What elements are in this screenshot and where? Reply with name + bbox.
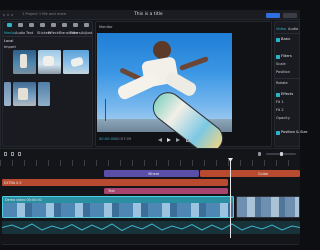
- text-clip-label: EXTRA 0.5: [4, 180, 22, 185]
- split-icon[interactable]: [4, 152, 7, 156]
- text-clip-label: Guitar: [258, 171, 269, 176]
- text-icon: [28, 23, 34, 27]
- skater-figure: [18, 88, 28, 100]
- prop-row-rotate: Rotate: [276, 81, 288, 85]
- text-clip-extra[interactable]: EXTRA 0.5: [2, 179, 228, 186]
- tab-audio[interactable]: [15, 23, 25, 31]
- section-effects: Effects: [281, 92, 294, 96]
- section-filters: Filters: [281, 54, 292, 58]
- minimize-dot[interactable]: [7, 13, 10, 16]
- divider: [274, 78, 300, 79]
- media-thumb-1[interactable]: [13, 50, 36, 74]
- project-title: 1 Project 1 file and more: [22, 12, 67, 16]
- media-thumb-4[interactable]: [4, 82, 11, 106]
- media-icon: [6, 23, 12, 27]
- skater-arm: [179, 56, 209, 71]
- adjust-icon: [83, 23, 89, 27]
- redo-icon[interactable]: [18, 152, 21, 156]
- tab-filters[interactable]: [70, 23, 80, 31]
- audio-clip[interactable]: [2, 221, 300, 234]
- video-clip-label: Demo video 00:00:00: [5, 198, 42, 202]
- media-subnav: Local Import: [4, 39, 16, 70]
- basic-checkbox[interactable]: [276, 38, 280, 42]
- text-clip-wheat[interactable]: Wheat: [104, 170, 199, 177]
- subnav-local[interactable]: Local: [4, 39, 13, 44]
- skater-figure: [70, 56, 84, 68]
- prop-row-fit1: Fit 1: [276, 100, 284, 104]
- export-button[interactable]: [266, 12, 280, 18]
- audio-waveform: [2, 223, 300, 232]
- time-ruler[interactable]: [0, 160, 300, 166]
- skater-figure: [43, 56, 54, 66]
- fullscreen-icon[interactable]: [186, 138, 189, 142]
- time-total: 00:57:09: [115, 137, 132, 141]
- props-tab-audio[interactable]: Audio: [288, 27, 298, 32]
- effects-checkbox[interactable]: [276, 93, 280, 97]
- effects-icon: [50, 23, 56, 27]
- mic-icon[interactable]: [258, 152, 261, 156]
- sticker-clip-label: Text: [108, 189, 115, 194]
- share-button[interactable]: [283, 12, 297, 18]
- tab-stickers[interactable]: [37, 23, 47, 31]
- prop-row-position: Position: [276, 70, 290, 74]
- video-clip[interactable]: Demo video 00:00:00: [2, 196, 234, 218]
- skater-figure: [20, 54, 27, 68]
- pole: [105, 99, 106, 121]
- title-bar: 1 Project 1 file and more This is a titl…: [0, 10, 300, 20]
- filters-checkbox[interactable]: [276, 55, 280, 59]
- sticker-icon: [39, 23, 45, 27]
- window-title: This is a title: [134, 11, 163, 17]
- media-thumb-3[interactable]: [63, 50, 89, 74]
- zoom-slider-handle[interactable]: [280, 152, 283, 156]
- tab-media[interactable]: [4, 23, 14, 31]
- text-clip-guitar[interactable]: Guitar: [200, 170, 300, 177]
- undo-icon[interactable]: [11, 152, 14, 156]
- text-clip-label: Wheat: [148, 171, 159, 176]
- props-tab-video[interactable]: Video: [276, 27, 286, 32]
- playhead[interactable]: [230, 158, 231, 238]
- divider: [3, 36, 92, 37]
- tab-text[interactable]: [26, 23, 36, 31]
- media-thumb-2[interactable]: [38, 50, 61, 74]
- media-thumb-6[interactable]: [38, 82, 50, 106]
- tab-adjust[interactable]: [81, 23, 91, 31]
- video-clip-2[interactable]: [236, 196, 300, 218]
- prop-row-opacity: Opacity: [276, 116, 290, 120]
- transition-icon: [61, 23, 67, 27]
- tab-effects[interactable]: [48, 23, 58, 31]
- zoom-dot[interactable]: [11, 13, 14, 16]
- prop-row-scale: Scale: [276, 62, 286, 66]
- filter-icon: [72, 23, 78, 27]
- time-current: 00:00:00: [99, 137, 116, 141]
- tab-transitions[interactable]: [59, 23, 69, 31]
- prop-row-fit2: Fit 2: [276, 108, 284, 112]
- audio-icon: [17, 23, 23, 27]
- close-dot[interactable]: [3, 13, 6, 16]
- video-filmstrip: [3, 203, 233, 217]
- media-thumb-5[interactable]: [13, 82, 36, 106]
- divider: [274, 33, 300, 34]
- section-position: Position & Size: [281, 130, 308, 134]
- sticker-clip[interactable]: Text: [104, 188, 228, 194]
- section-basic: Basic: [281, 37, 291, 41]
- media-tabs: Media Audio Text Stickers Effects Transi…: [3, 22, 92, 35]
- player-label: Monitor: [99, 25, 113, 29]
- position-checkbox[interactable]: [276, 131, 280, 135]
